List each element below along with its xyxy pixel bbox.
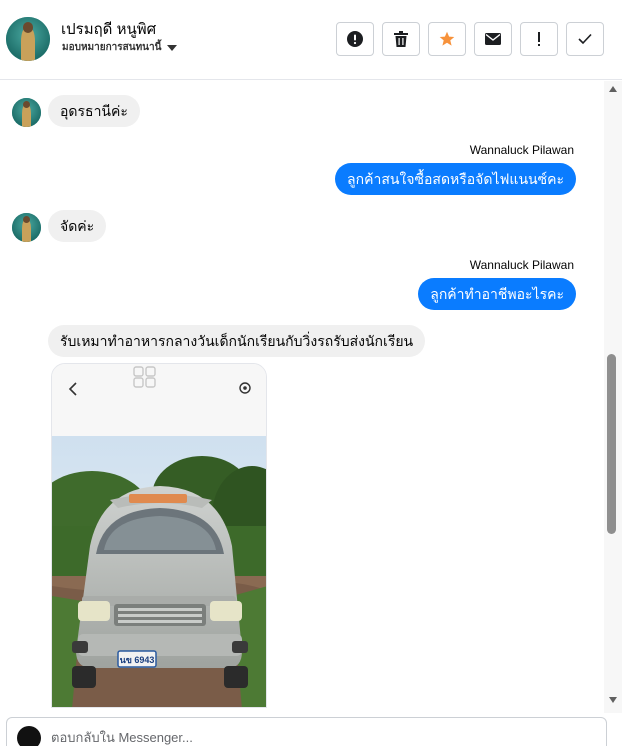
screenshot-top-bar: [52, 364, 266, 436]
mark-spam-button[interactable]: [336, 22, 374, 56]
outgoing-message[interactable]: ลูกค้าสนใจซื้อสดหรือจัดไฟแนนซ์คะ: [335, 163, 576, 195]
scroll-thumb[interactable]: [607, 354, 616, 534]
alert-icon: [347, 31, 363, 47]
check-icon: [578, 33, 592, 45]
rotate-icon: [239, 382, 251, 394]
reply-composer: [6, 717, 607, 746]
mark-done-button[interactable]: [566, 22, 604, 56]
page-avatar: [17, 726, 41, 746]
conversation-actions: [336, 22, 604, 56]
message-thread[interactable]: อุดรธานีค่ะ Wannaluck Pilawan ลูกค้าสนใจ…: [0, 81, 604, 713]
delete-button[interactable]: [382, 22, 420, 56]
star-icon: [439, 31, 455, 46]
contact-name[interactable]: เปรมฤดี หนูพิศ: [61, 17, 156, 41]
follow-up-button[interactable]: [520, 22, 558, 56]
star-button[interactable]: [428, 22, 466, 56]
photo-attachment[interactable]: นข 6943: [51, 363, 267, 708]
contact-avatar-small: [12, 213, 41, 242]
sender-name: Wannaluck Pilawan: [469, 258, 574, 272]
conversation-header: เปรมฤดี หนูพิศ มอบหมายการสนทนานี้: [0, 0, 622, 80]
caret-down-icon: [167, 44, 178, 51]
contact-avatar[interactable]: [6, 17, 50, 61]
incoming-message[interactable]: อุดรธานีค่ะ: [48, 95, 140, 127]
trash-icon: [394, 31, 408, 47]
license-plate-text: นข 6943: [119, 655, 155, 665]
assign-conversation-label: มอบหมายการสนทนานี้: [62, 42, 162, 53]
reply-input[interactable]: [51, 724, 591, 746]
van-photo: [52, 436, 266, 707]
assign-conversation-dropdown[interactable]: มอบหมายการสนทนานี้: [62, 40, 178, 55]
exclamation-icon: [538, 32, 540, 46]
incoming-message[interactable]: รับเหมาทำอาหารกลางวันเด็กนักเรียนกับวิ่ง…: [48, 325, 426, 357]
mail-icon: [485, 33, 501, 45]
back-chevron-icon: [68, 382, 77, 396]
mark-unread-button[interactable]: [474, 22, 512, 56]
contact-avatar-small: [12, 98, 41, 127]
thread-scrollbar[interactable]: [604, 81, 622, 713]
grid-icon: [133, 366, 156, 388]
outgoing-message[interactable]: ลูกค้าทำอาชีพอะไรคะ: [418, 278, 576, 310]
scroll-up-arrow-icon[interactable]: [609, 86, 617, 92]
incoming-message[interactable]: จัดค่ะ: [48, 210, 107, 242]
sender-name: Wannaluck Pilawan: [469, 143, 574, 157]
scroll-down-arrow-icon[interactable]: [609, 697, 617, 703]
